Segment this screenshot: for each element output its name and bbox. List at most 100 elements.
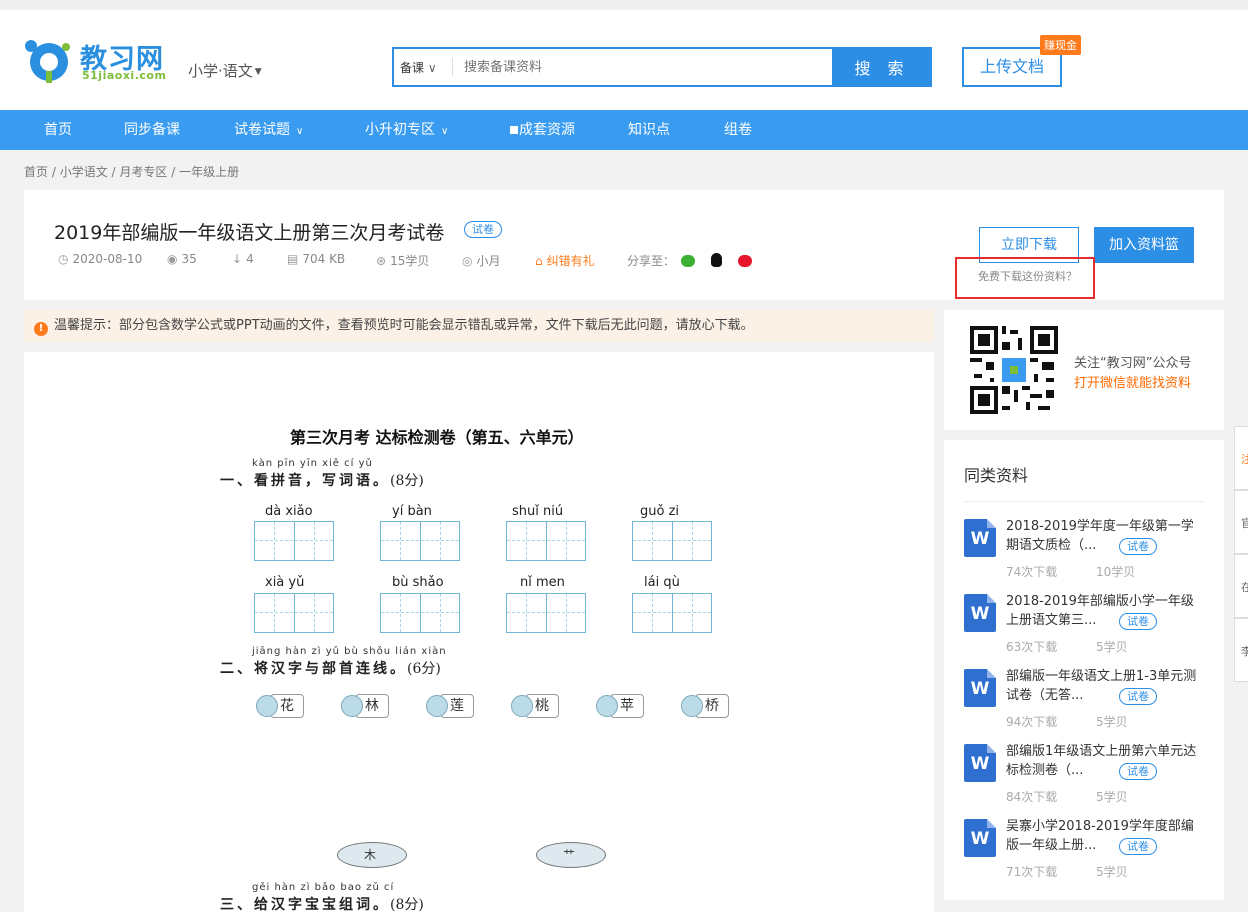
chevron-down-icon: ∨	[424, 61, 437, 75]
writing-grid	[380, 593, 460, 633]
breadcrumb-home[interactable]: 首页	[24, 165, 48, 179]
frog-icon	[256, 695, 278, 717]
frog-character-card: 林	[341, 693, 389, 719]
frog-icon	[596, 695, 618, 717]
lily-pad-radical: 木	[337, 842, 407, 868]
view-count: ◉ 35	[167, 252, 197, 266]
grade-selector-label: 小学·语文	[188, 62, 253, 80]
word-doc-icon: W	[964, 519, 996, 557]
question-3-text: 三、给汉字宝宝组词。	[220, 897, 390, 912]
search-bar: 备课 ∨ 搜 索	[392, 47, 932, 87]
download-arrow-icon: ↓	[232, 252, 243, 266]
square-icon	[510, 126, 518, 134]
frog-icon	[426, 695, 448, 717]
related-item-downloads: 74次下载	[1006, 565, 1058, 579]
frog-icon	[681, 695, 703, 717]
search-type-label: 备课	[400, 61, 425, 75]
related-title: 同类资料	[964, 466, 1029, 485]
doc-type-tag[interactable]: 试卷	[464, 221, 502, 238]
breadcrumb-section[interactable]: 月考专区	[119, 165, 167, 179]
download-count-value: 4	[246, 252, 254, 266]
related-item[interactable]: W 2018-2019学年度一年级第一学期语文质检（... 试卷 74次下载 1…	[964, 517, 1214, 587]
error-report-link[interactable]: ⌂ 纠错有礼	[535, 252, 595, 269]
nav-item-exams[interactable]: 试卷试题 ∨	[234, 110, 303, 150]
pinyin-label: yí bàn	[392, 504, 432, 519]
search-type-dropdown[interactable]: 备课 ∨	[400, 59, 437, 76]
caret-down-icon: ▼	[254, 66, 262, 77]
floating-tab[interactable]: 李	[1234, 618, 1248, 682]
nav-item-sets[interactable]: 成套资源	[510, 110, 575, 150]
related-item-tag: 试卷	[1119, 688, 1157, 705]
related-item-cost: 10学贝	[1096, 565, 1136, 579]
nav-item-home[interactable]: 首页	[44, 110, 72, 150]
pinyin-label: xià yǔ	[265, 575, 305, 590]
logo-subtext: 51jiaoxi.com	[82, 69, 167, 82]
qr-caption-line2: 打开微信就能找资料	[1074, 376, 1192, 391]
related-item-title[interactable]: 部编版一年级语文上册1-3单元测试卷（无答...	[1006, 667, 1206, 705]
breadcrumb-subject[interactable]: 小学语文	[60, 165, 108, 179]
word-doc-icon: W	[964, 594, 996, 632]
info-icon: !	[34, 322, 48, 336]
download-count: ↓ 4	[232, 252, 254, 266]
floating-tab[interactable]: 注	[1234, 426, 1248, 490]
writing-grid	[506, 593, 586, 633]
writing-grid	[380, 521, 460, 561]
question-3: 三、给汉字宝宝组词。(8分)	[220, 894, 424, 912]
paper-title: 第三次月考 达标检测卷（第五、六单元）	[290, 428, 584, 447]
exam-paper-page: 第三次月考 达标检测卷（第五、六单元） kàn pīn yīn xiě cí y…	[200, 412, 760, 912]
question-2-score: (6分)	[407, 661, 441, 677]
related-item-cost: 5学贝	[1096, 715, 1128, 729]
page-title: 2019年部编版一年级语文上册第三次月考试卷	[54, 222, 445, 244]
cost-value: 15学贝	[390, 254, 430, 268]
qq-icon[interactable]	[710, 253, 722, 267]
nav-item-sync-lessons[interactable]: 同步备课	[124, 110, 180, 150]
author-value: 小月	[476, 254, 501, 268]
related-item-title[interactable]: 2018-2019年部编版小学一年级上册语文第三...	[1006, 592, 1206, 630]
clock-icon: ◷	[58, 252, 69, 266]
floating-tab[interactable]: 在	[1234, 554, 1248, 618]
related-item[interactable]: W 部编版1年级语文上册第六单元达标检测卷（... 试卷 84次下载 5学贝	[964, 742, 1214, 812]
divider	[964, 501, 1204, 502]
nav-item-junior-high[interactable]: 小升初专区 ∨	[365, 110, 448, 150]
related-item[interactable]: W 2018-2019年部编版小学一年级上册语文第三... 试卷 63次下载 5…	[964, 592, 1214, 662]
related-item[interactable]: W 吴寨小学2018-2019学年度部编版一年级上册... 试卷 71次下载 5…	[964, 817, 1214, 887]
writing-grid	[632, 521, 712, 561]
wechat-icon[interactable]	[680, 255, 695, 267]
pinyin-label: nǐ men	[520, 575, 565, 590]
related-materials-panel: 同类资料 W 2018-2019学年度一年级第一学期语文质检（... 试卷 74…	[944, 440, 1224, 900]
view-count-value: 35	[181, 252, 197, 266]
weibo-icon[interactable]	[737, 255, 752, 267]
question-2: 二、将汉字与部首连线。(6分)	[220, 658, 441, 678]
writing-grid	[506, 521, 586, 561]
related-item-title[interactable]: 2018-2019学年度一年级第一学期语文质检（...	[1006, 517, 1206, 555]
main-nav: 首页 同步备课 试卷试题 ∨ 小升初专区 ∨ 成套资源 知识点 组卷	[0, 110, 1248, 150]
radical-character: 木	[364, 848, 377, 862]
grade-selector[interactable]: 小学·语文 ▼	[188, 60, 262, 81]
search-button[interactable]: 搜 索	[832, 47, 932, 87]
file-size-value: 704 KB	[302, 252, 346, 266]
related-item-tag: 试卷	[1119, 538, 1157, 555]
site-logo[interactable]: 教习网 51jiaoxi.com	[22, 37, 172, 97]
related-item-title[interactable]: 吴寨小学2018-2019学年度部编版一年级上册...	[1006, 817, 1206, 855]
notice-banner: ! 温馨提示：部分包含数学公式或PPT动画的文件，查看预览时可能会显示错乱或异常，…	[24, 310, 934, 342]
radical-character: 艹	[563, 848, 576, 862]
writing-grid	[254, 521, 334, 561]
document-preview[interactable]: 第三次月考 达标检测卷（第五、六单元） kàn pīn yīn xiě cí y…	[24, 352, 934, 912]
related-item-tag: 试卷	[1119, 763, 1157, 780]
cost: ⊛ 15学贝	[376, 252, 429, 269]
related-item-title[interactable]: 部编版1年级语文上册第六单元达标检测卷（...	[1006, 742, 1206, 780]
chevron-down-icon: ∨	[296, 126, 304, 137]
user-icon: ◎	[462, 254, 473, 268]
related-item[interactable]: W 部编版一年级语文上册1-3单元测试卷（无答... 试卷 94次下载 5学贝	[964, 667, 1214, 737]
floating-tab[interactable]: 官	[1234, 490, 1248, 554]
breadcrumb-grade[interactable]: 一年级上册	[179, 165, 239, 179]
search-input[interactable]	[464, 57, 824, 77]
related-item-tag: 试卷	[1119, 613, 1157, 630]
related-item-cost: 5学贝	[1096, 640, 1128, 654]
upload-date-value: 2020-08-10	[72, 252, 143, 266]
q1-pinyin: kàn pīn yīn xiě cí yǔ	[252, 458, 373, 469]
nav-item-compose[interactable]: 组卷	[724, 110, 752, 150]
error-report-label: 纠错有礼	[546, 254, 595, 268]
nav-item-knowledge[interactable]: 知识点	[628, 110, 670, 150]
add-to-basket-button[interactable]: 加入资料篮	[1094, 227, 1194, 263]
